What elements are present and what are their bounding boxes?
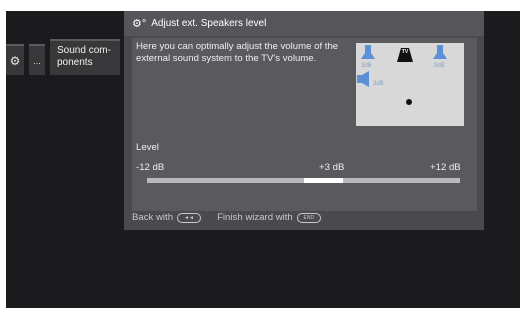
level-label: Level — [136, 142, 159, 153]
wizard-description: Here you can optimally adjust the volume… — [136, 41, 339, 64]
wizard-body: Here you can optimally adjust the volume… — [132, 38, 477, 211]
sound-components-label: Sound com- ponents — [57, 45, 111, 68]
more-menu-item[interactable]: ... — [29, 44, 45, 75]
settings-menu-item[interactable]: ⚙ — [6, 44, 24, 75]
level-current-label: +3 dB — [319, 162, 345, 173]
level-slider-fill — [303, 178, 343, 183]
wizard-footer: Back with ◄◄ Finish wizard with END — [132, 212, 321, 223]
level-max-label: +12 dB — [430, 162, 461, 173]
front-left-speaker-icon — [361, 45, 375, 59]
more-label: ... — [33, 55, 41, 66]
gears-icon: ⚙° — [132, 18, 147, 30]
level-slider[interactable] — [147, 178, 460, 183]
back-key-icon[interactable]: ◄◄ — [177, 212, 202, 223]
back-label: Back with — [132, 212, 174, 223]
level-min-label: -12 dB — [136, 162, 165, 173]
side-left-speaker-icon — [357, 71, 369, 87]
end-key-icon[interactable]: END — [296, 212, 321, 223]
wizard-title: Adjust ext. Speakers level — [151, 18, 267, 29]
listener-position-icon — [406, 99, 412, 105]
speaker-layout-diagram: 3dB TV 3dB 3dB — [356, 43, 464, 126]
front-left-db: 3dB — [361, 63, 372, 69]
gear-icon: ⚙ — [9, 53, 21, 68]
speaker-level-wizard: ⚙° Adjust ext. Speakers level Here you c… — [124, 11, 484, 230]
wizard-header: ⚙° Adjust ext. Speakers level — [124, 11, 484, 36]
side-left-db: 3dB — [373, 81, 384, 87]
tv-label: TV — [401, 49, 409, 55]
sound-components-menu-item[interactable]: Sound com- ponents — [50, 39, 120, 75]
front-right-speaker-icon — [433, 45, 447, 59]
finish-wizard-label: Finish wizard with — [217, 212, 293, 223]
front-right-db: 3dB — [434, 63, 445, 69]
